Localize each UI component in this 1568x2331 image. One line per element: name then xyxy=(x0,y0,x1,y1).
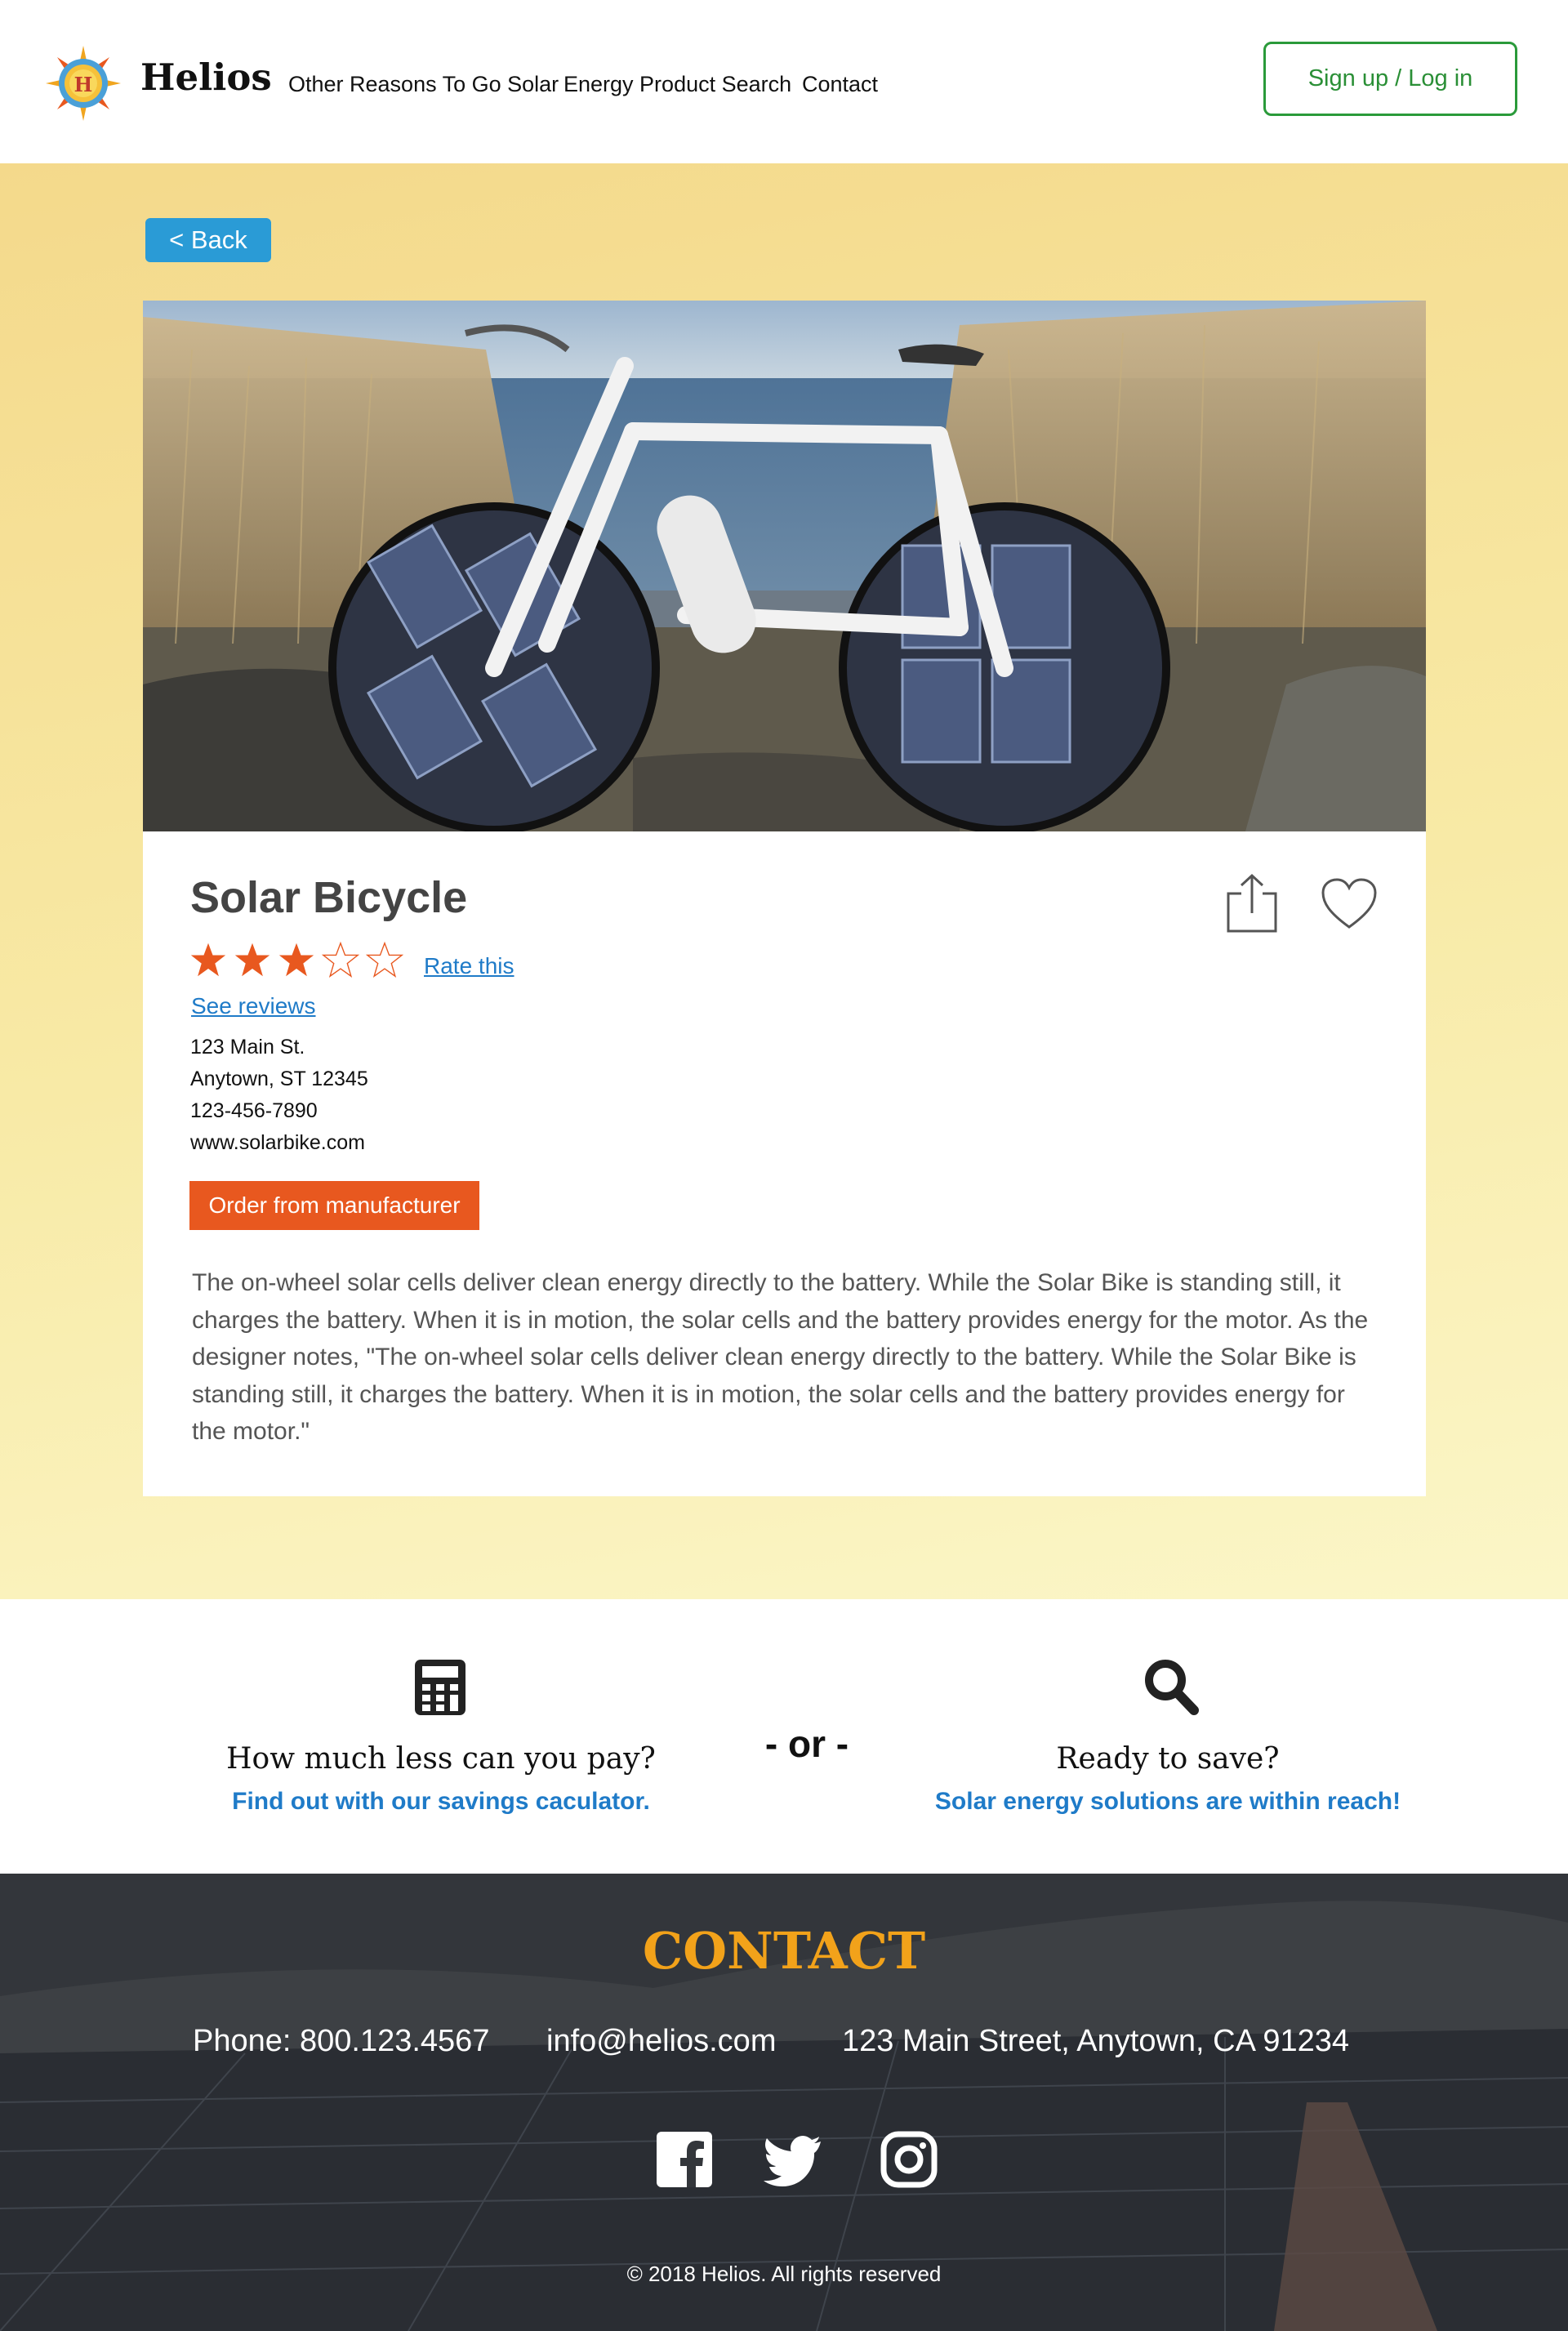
calculator-icon[interactable] xyxy=(413,1658,467,1717)
nav-energy-product-search[interactable]: Energy Product Search xyxy=(564,72,791,97)
savings-calculator-link[interactable]: Find out with our savings caculator. xyxy=(196,1788,686,1816)
ready-to-save-heading: Ready to save? xyxy=(1056,1742,1280,1776)
website-url: www.solarbike.com xyxy=(190,1131,365,1154)
star-filled-icon[interactable] xyxy=(189,941,227,978)
twitter-icon[interactable] xyxy=(764,2130,822,2189)
or-divider: - or - xyxy=(764,1723,849,1765)
share-icon[interactable] xyxy=(1225,872,1279,934)
phone-number: 123-456-7890 xyxy=(190,1099,318,1122)
footer-email[interactable]: info@helios.com xyxy=(546,2024,776,2059)
star-filled-icon[interactable] xyxy=(278,941,315,978)
product-photo xyxy=(143,301,1426,831)
svg-text:H: H xyxy=(74,73,93,96)
contact-heading: CONTACT xyxy=(642,1921,926,1981)
product-description: The on-wheel solar cells deliver clean e… xyxy=(192,1269,1369,1445)
brand-name[interactable]: Helios xyxy=(140,56,272,99)
nav-other-reasons[interactable]: Other Reasons To Go Solar xyxy=(288,72,559,97)
address-line-2: Anytown, ST 12345 xyxy=(190,1067,368,1090)
star-empty-icon[interactable] xyxy=(366,941,403,978)
solar-solutions-link[interactable]: Solar energy solutions are within reach! xyxy=(923,1788,1413,1816)
heart-icon[interactable] xyxy=(1321,878,1378,930)
see-reviews-link[interactable]: See reviews xyxy=(191,993,316,1019)
instagram-icon[interactable] xyxy=(880,2130,938,2189)
back-button[interactable]: < Back xyxy=(145,218,271,262)
star-empty-icon[interactable] xyxy=(322,941,359,978)
sun-logo-icon[interactable]: H xyxy=(46,46,121,121)
signup-login-button[interactable]: Sign up / Log in xyxy=(1263,42,1517,116)
savings-heading: How much less can you pay? xyxy=(226,1742,656,1776)
order-from-manufacturer-button[interactable]: Order from manufacturer xyxy=(189,1181,479,1230)
product-title: Solar Bicycle xyxy=(190,873,468,922)
star-filled-icon[interactable] xyxy=(234,941,271,978)
search-icon[interactable] xyxy=(1143,1658,1199,1715)
address-line-1: 123 Main St. xyxy=(190,1036,305,1059)
copyright-text: © 2018 Helios. All rights reserved xyxy=(626,2262,942,2286)
facebook-icon[interactable] xyxy=(655,2130,714,2189)
star-rating[interactable] xyxy=(189,941,403,978)
nav-contact[interactable]: Contact xyxy=(802,72,878,97)
footer-address: 123 Main Street, Anytown, CA 91234 xyxy=(842,2024,1350,2058)
footer-phone[interactable]: Phone: 800.123.4567 xyxy=(193,2024,489,2059)
site-header: H Helios Other Reasons To Go Solar Energ… xyxy=(0,0,1568,163)
rate-this-link[interactable]: Rate this xyxy=(424,953,514,979)
